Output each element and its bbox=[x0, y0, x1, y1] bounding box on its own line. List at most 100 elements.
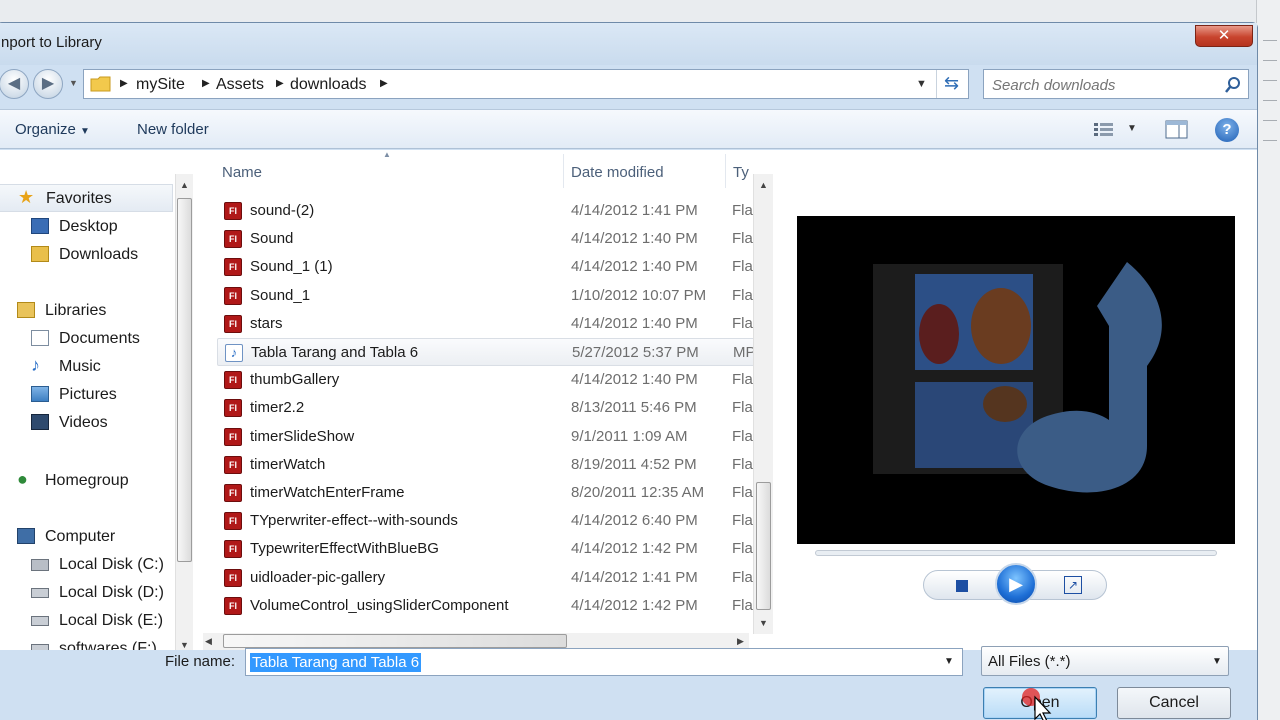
view-options-icon[interactable] bbox=[1093, 122, 1115, 138]
scroll-right-icon[interactable]: ▶ bbox=[737, 636, 744, 647]
seek-bar[interactable] bbox=[815, 550, 1217, 556]
drive-icon bbox=[31, 559, 49, 571]
breadcrumb-separator-icon: ▶ bbox=[276, 78, 284, 89]
folder-icon bbox=[90, 76, 111, 92]
music-file-icon: ♪ bbox=[225, 344, 243, 362]
file-list: Name ▲ Date modified Ty Fl sound-(2) 4/14/… bbox=[197, 150, 777, 650]
cancel-button[interactable]: Cancel bbox=[1117, 687, 1231, 719]
file-row[interactable]: Fl timerWatch 8/19/2011 4:52 PM Fla bbox=[217, 451, 757, 479]
nav-scroll-thumb[interactable] bbox=[177, 198, 192, 562]
close-button[interactable]: ✕ bbox=[1195, 25, 1253, 47]
desktop-icon bbox=[31, 218, 49, 234]
file-row[interactable]: ♪ Tabla Tarang and Tabla 6 5/27/2012 5:37 … bbox=[217, 338, 757, 366]
file-list-scroll-thumb[interactable] bbox=[756, 482, 771, 610]
nav-libraries-label: Libraries bbox=[45, 302, 107, 319]
file-date: 5/27/2012 5:37 PM bbox=[572, 344, 699, 361]
file-row[interactable]: Fl TYperwriter-effect--with-sounds 4/14/20… bbox=[217, 507, 757, 535]
nav-desktop[interactable]: Desktop bbox=[0, 213, 173, 241]
file-row[interactable]: Fl Sound 4/14/2012 1:40 PM Fla bbox=[217, 225, 757, 253]
file-row[interactable]: Fl timerSlideShow 9/1/2011 1:09 AM Fla bbox=[217, 423, 757, 451]
nav-music-label: Music bbox=[59, 358, 101, 375]
nav-videos[interactable]: Videos bbox=[0, 409, 173, 437]
back-button[interactable]: ◀ bbox=[0, 69, 29, 99]
nav-scrollbar[interactable]: ▲ ▼ bbox=[175, 174, 193, 650]
file-name: Sound bbox=[250, 230, 294, 248]
search-box[interactable] bbox=[983, 69, 1249, 99]
file-name: Sound_1 bbox=[250, 286, 311, 304]
new-folder-button[interactable]: New folder bbox=[137, 121, 209, 138]
nav-disk-f[interactable]: softwares (F:) bbox=[0, 635, 173, 650]
file-row[interactable]: Fl Sound_1 1/10/2012 10:07 PM Fla bbox=[217, 282, 757, 310]
file-name-input[interactable]: Tabla Tarang and Tabla 6 ▼ bbox=[245, 648, 963, 676]
address-dropdown-icon[interactable]: ▼ bbox=[916, 78, 927, 90]
media-thumbnail-image bbox=[873, 262, 1162, 493]
nav-disk-d[interactable]: Local Disk (D:) bbox=[0, 579, 173, 607]
nav-favorites[interactable]: ★ Favorites bbox=[0, 184, 173, 212]
file-row[interactable]: Fl timerWatchEnterFrame 8/20/2011 12:35 AM… bbox=[217, 479, 757, 507]
scroll-up-icon[interactable]: ▲ bbox=[754, 180, 773, 190]
address-divider bbox=[936, 70, 937, 98]
scroll-left-icon[interactable]: ◀ bbox=[205, 636, 212, 647]
file-row[interactable]: Fl uidloader-pic-gallery 4/14/2012 1:41 PM… bbox=[217, 564, 757, 592]
column-name[interactable]: Name bbox=[222, 164, 262, 181]
nav-libraries[interactable]: Libraries bbox=[0, 297, 173, 325]
breadcrumb-downloads[interactable]: downloads bbox=[290, 76, 367, 94]
nav-computer[interactable]: Computer bbox=[0, 523, 173, 551]
stop-icon[interactable] bbox=[956, 580, 968, 592]
address-bar[interactable]: ▶ mySite ▶ Assets ▶ downloads ▶ ▼ ⇆ bbox=[83, 69, 969, 99]
mouse-cursor-icon bbox=[1022, 688, 1052, 720]
drive-icon bbox=[31, 588, 49, 598]
file-name-dropdown-icon[interactable]: ▼ bbox=[944, 656, 954, 667]
search-icon[interactable] bbox=[1224, 76, 1242, 94]
organize-button[interactable]: Organize ▼ bbox=[15, 121, 90, 138]
nav-downloads[interactable]: Downloads bbox=[0, 241, 173, 269]
flash-file-icon: Fl bbox=[224, 484, 242, 502]
file-date: 4/14/2012 1:41 PM bbox=[571, 202, 698, 219]
breadcrumb-assets[interactable]: Assets bbox=[216, 76, 264, 94]
open-in-player-icon[interactable]: ↗ bbox=[1064, 576, 1082, 594]
scroll-down-icon[interactable]: ▼ bbox=[176, 640, 193, 650]
flash-file-icon: Fl bbox=[224, 596, 242, 615]
file-name: timerWatchEnterFrame bbox=[250, 484, 405, 501]
nav-disk-c[interactable]: Local Disk (C:) bbox=[0, 551, 173, 579]
file-row[interactable]: Fl stars 4/14/2012 1:40 PM Fla bbox=[217, 310, 757, 338]
play-button[interactable]: ▶ bbox=[995, 563, 1037, 605]
file-row[interactable]: Fl VolumeControl_usingSliderComponent 4/14… bbox=[217, 592, 757, 620]
file-row[interactable]: Fl TypewriterEffectWithBlueBG 4/14/2012 1:… bbox=[217, 535, 757, 563]
import-dialog: nport to Library ✕ ◀ ▶ ▼ ▶ mySite ▶ Asse… bbox=[0, 22, 1258, 720]
search-input[interactable] bbox=[992, 75, 1212, 95]
file-type-select[interactable]: All Files (*.*) ▼ bbox=[981, 646, 1229, 676]
nav-music[interactable]: ♪ Music bbox=[0, 353, 173, 381]
flash-file-icon: Fl bbox=[224, 455, 242, 474]
close-icon: ✕ bbox=[1217, 27, 1231, 44]
column-date[interactable]: Date modified bbox=[571, 164, 664, 181]
nav-documents[interactable]: Documents bbox=[0, 325, 173, 353]
view-dropdown-icon[interactable]: ▼ bbox=[1127, 123, 1137, 134]
file-date: 4/14/2012 1:42 PM bbox=[571, 540, 698, 558]
column-type[interactable]: Ty bbox=[733, 164, 749, 181]
organize-label: Organize bbox=[15, 121, 76, 138]
refresh-icon[interactable]: ⇆ bbox=[944, 73, 959, 94]
preview-pane: ↗ ▶ bbox=[777, 150, 1257, 650]
forward-button[interactable]: ▶ bbox=[33, 69, 63, 99]
breadcrumb-mysite[interactable]: mySite bbox=[136, 76, 185, 94]
help-icon[interactable]: ? bbox=[1215, 118, 1239, 142]
nav-homegroup[interactable]: ● Homegroup bbox=[0, 467, 173, 495]
file-list-scrollbar[interactable]: ▲ ▼ bbox=[753, 174, 773, 634]
flash-file-icon: Fl bbox=[224, 202, 242, 220]
file-row[interactable]: Fl sound-(2) 4/14/2012 1:41 PM Fla bbox=[217, 197, 757, 225]
file-row[interactable]: Fl timer2.2 8/13/2011 5:46 PM Fla bbox=[217, 394, 757, 422]
file-row[interactable]: Fl thumbGallery 4/14/2012 1:40 PM Fla bbox=[217, 366, 757, 394]
nav-disk-e[interactable]: Local Disk (E:) bbox=[0, 607, 173, 635]
scroll-up-icon[interactable]: ▲ bbox=[176, 180, 193, 190]
hscroll-thumb[interactable] bbox=[223, 634, 567, 648]
file-date: 8/19/2011 4:52 PM bbox=[571, 455, 697, 473]
preview-pane-icon[interactable] bbox=[1165, 120, 1189, 140]
nav-homegroup-label: Homegroup bbox=[45, 472, 129, 489]
recent-pages-dropdown-icon[interactable]: ▼ bbox=[69, 78, 78, 88]
nav-pictures[interactable]: Pictures bbox=[0, 381, 173, 409]
file-row[interactable]: Fl Sound_1 (1) 4/14/2012 1:40 PM Fla bbox=[217, 253, 757, 281]
file-name: sound-(2) bbox=[250, 202, 315, 219]
file-name: VolumeControl_usingSliderComponent bbox=[250, 596, 509, 614]
scroll-down-icon[interactable]: ▼ bbox=[754, 618, 773, 628]
